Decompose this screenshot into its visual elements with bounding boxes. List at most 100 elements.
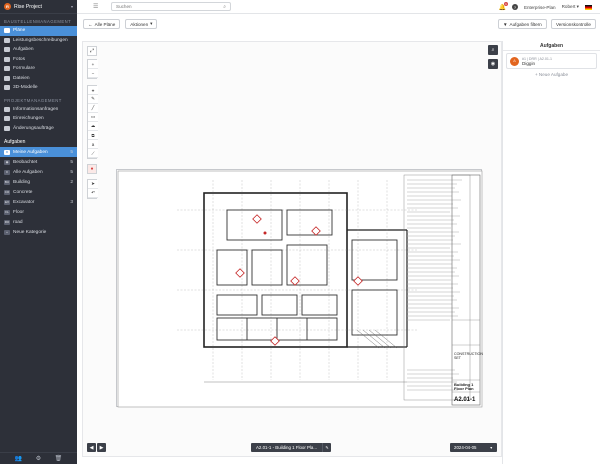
task-filter-count: 2 [70,179,73,185]
text-icon[interactable]: a [88,140,98,149]
task-filter-concrete[interactable]: CO Concrete [0,187,77,197]
plan-selector[interactable]: A2.01-1 - Building 1 Floor Pla... ✎ [251,443,332,452]
search-box[interactable]: ⌕ [111,2,231,11]
action-bar: ← Alle Pläne Aktionen ▾ ▼ Aufgaben filte… [77,14,600,34]
trash-icon[interactable]: 🗑 [55,455,63,462]
task-filter-label: Building [13,179,31,185]
chevron-down-icon: ▼ [489,445,493,450]
sidebar-item-aufgaben[interactable]: Aufgaben [0,45,77,55]
task-filter-badge: FL [4,209,10,215]
pointer-icon[interactable]: ➤ [88,180,98,189]
sheet-title-text: Building 1 Floor Plan [454,382,474,391]
sidebar-item-formulare[interactable]: Formulare [0,64,77,74]
task-filter-label: Excavator [13,199,35,205]
pen-icon[interactable]: ✎ [88,95,98,104]
task-filter-building[interactable]: BU Building 2 [0,177,77,187]
copy-icon[interactable]: ⧉ [88,131,98,140]
zoom-out-icon[interactable]: − [88,69,98,78]
user-name: Robert [561,4,576,9]
user-menu[interactable]: Robert ▾ [562,4,579,10]
sidebar-item-label: Pläne [13,28,26,34]
task-filter-label: Concrete [13,189,33,195]
sidebar-item-3d-modelle[interactable]: 3D-Modelle [0,83,77,93]
visibility-eye-icon[interactable]: ◉ [488,59,498,69]
task-filter-neue-kategorie[interactable]: + Neue Kategorie [0,227,77,237]
task-filter-badge: BU [4,179,10,185]
viewer-footer: ◀ ▶ A2.01-1 - Building 1 Floor Pla... ✎ … [83,440,503,454]
pin-icon[interactable]: ⌖ [88,86,98,95]
plan-date-selector[interactable]: 2024-04-05 ▼ [450,443,497,452]
sidebar: R Rise Project ▾ BAUSTELLENMANAGEMENT Pl… [0,0,77,464]
task-filter-alle-aufgaben[interactable]: ≡ Alle Aufgaben 5 [0,167,77,177]
version-control-button[interactable]: Versionskontrolle [551,19,596,29]
line-icon[interactable]: ╱ [88,104,98,113]
zoom-in-icon[interactable]: + [88,60,98,69]
sidebar-item-label: Dateien [13,75,30,81]
task-pin-icon[interactable]: ● [87,164,97,174]
measure-icon[interactable]: ⟋ [88,149,98,158]
sidebar-item-label: 3D-Modelle [13,85,38,91]
task-card[interactable]: ⚠ #1 | DRR | A2.01-1 Diggin [506,53,597,69]
search-input[interactable] [116,4,216,9]
sidebar-item-anderungsauftrage[interactable]: Änderungsaufträge [0,124,77,134]
task-filter-beobachtet[interactable]: ◉ Beobachtet 5 [0,157,77,167]
previous-page-button[interactable]: ◀ [87,443,96,452]
task-filter-badge: RO [4,219,10,225]
task-filter-road[interactable]: RO road [0,217,77,227]
files-icon [4,75,10,81]
fullscreen-icon[interactable]: ⤢ [87,46,97,56]
task-filter-label: Alle Aufgaben [13,169,43,175]
sidebar-item-fotos[interactable]: Fotos [0,55,77,65]
sidebar-item-informationsanfragen[interactable]: Informationsanfragen [0,105,77,115]
undo-icon[interactable]: ↶ [88,189,98,198]
task-name: Diggin [522,60,536,66]
task-filter-meine-aufgaben[interactable]: ★ Meine Aufgaben 5 [0,147,77,157]
task-filter-count: 5 [70,169,73,175]
users-icon[interactable]: 👥 [15,455,22,462]
sidebar-item-label: Aufgaben [13,47,34,53]
sidebar-item-dateien[interactable]: Dateien [0,74,77,84]
task-filter-badge: ≡ [4,169,10,175]
gear-icon[interactable]: ⚙ [36,455,41,462]
help-icon[interactable]: ? [511,4,518,10]
plan-viewer[interactable]: ⤢ + − ⌖ ✎ ╱ ▭ ☁ ⧉ a ⟋ ● ➤ ↶ CONSTRUCTION… [82,41,502,457]
chevron-down-icon: ▾ [150,21,153,26]
actions-dropdown[interactable]: Aktionen ▾ [125,19,158,29]
sidebar-item-label: Leistungsbeschreibungen [13,37,68,43]
pencil-icon[interactable]: ✎ [322,443,331,452]
forms-icon [4,66,10,72]
markup-toolbar: ⌖ ✎ ╱ ▭ ☁ ⧉ a ⟋ [87,85,98,159]
sidebar-item-plane[interactable]: Pläne [0,26,77,36]
sidebar-item-einreichungen[interactable]: Einreichungen [0,114,77,124]
search-icon: ⌕ [223,3,226,10]
task-filter-count: 3 [70,199,73,205]
task-filter-label: Floor [13,209,24,215]
sidebar-item-leistungsbeschreibungen[interactable]: Leistungsbeschreibungen [0,36,77,46]
change-orders-icon [4,125,10,131]
task-filter-badge: ◉ [4,159,10,165]
rectangle-icon[interactable]: ▭ [88,113,98,122]
notifications-button[interactable]: 🔔 1 [498,1,508,11]
task-filter-floor[interactable]: FL Floor [0,207,77,217]
all-plans-button[interactable]: ← Alle Pläne [83,19,121,29]
select-toolbar: ➤ ↶ [87,179,98,199]
task-filter-label: road [13,219,23,225]
language-flag-icon[interactable] [585,4,592,10]
version-control-label: Versionskontrolle [556,21,591,27]
cloud-icon[interactable]: ☁ [88,122,98,131]
menu-icon[interactable]: ☰ [93,3,101,10]
task-filter-label: Neue Kategorie [13,229,47,235]
plans-icon [4,28,10,34]
search-plan-icon[interactable]: ⌕ [488,45,498,55]
floor-plan-svg: CONSTRUCTION SET Building 1 Floor Plan A2.… [117,170,483,408]
floor-plan-drawing: CONSTRUCTION SET Building 1 Floor Plan A2.… [116,169,483,408]
new-task-button[interactable]: + Neue Aufgabe [503,72,600,77]
project-selector[interactable]: R Rise Project ▾ [0,0,77,14]
sidebar-item-label: Formulare [13,66,35,72]
filter-tasks-button[interactable]: ▼ Aufgaben filtern [498,19,547,29]
notification-badge: 1 [503,1,508,6]
next-page-button[interactable]: ▶ [97,443,106,452]
filter-icon: ▼ [503,21,508,27]
tasks-icon [4,47,10,53]
task-filter-excavator[interactable]: EX Excavator 3 [0,197,77,207]
